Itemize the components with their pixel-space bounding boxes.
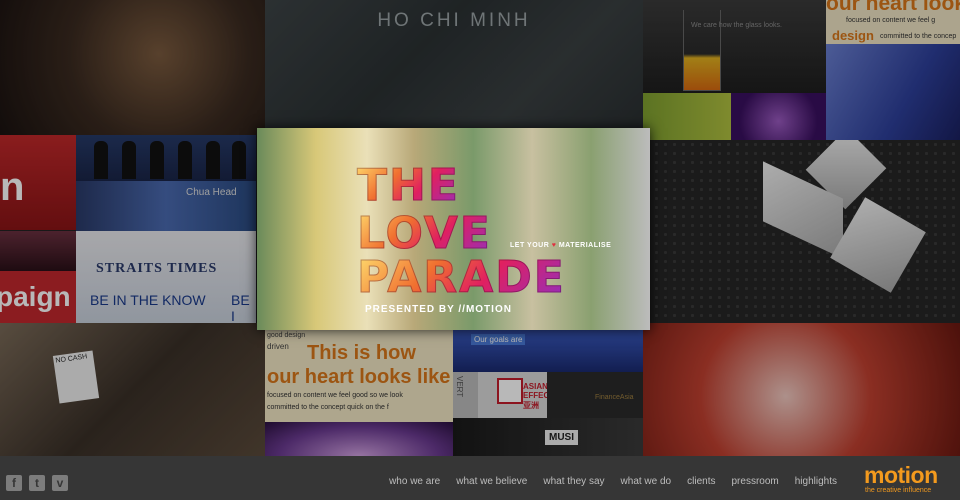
- motion-logo[interactable]: motion the creative influence: [864, 464, 938, 495]
- asian-label: ASIAN EFFECTIVE 亚洲: [523, 382, 547, 410]
- heart-tr-big: our heart look: [826, 0, 960, 15]
- redsign-letter: n: [0, 165, 25, 209]
- tile-blue-ui[interactable]: Our goals are: [453, 330, 643, 372]
- photo-mosaic: HO CHI MINH We care how the glass looks.…: [0, 0, 960, 456]
- nav-who-we-are[interactable]: who we are: [389, 476, 440, 487]
- tile-crowd[interactable]: [0, 231, 76, 271]
- ceremony-person: [150, 141, 164, 179]
- tile-kaleidoscope[interactable]: [643, 323, 960, 456]
- hero-title-line1: THE: [357, 160, 460, 212]
- ceremony-person: [94, 141, 108, 179]
- tile-green-event[interactable]: [643, 93, 731, 140]
- tile-red-signage[interactable]: n: [0, 135, 76, 230]
- nav-what-we-do[interactable]: what we do: [621, 476, 672, 487]
- tile-hcm-title: HO CHI MINH: [377, 10, 531, 31]
- campaign-text: paign: [0, 281, 71, 312]
- vert-label: VERT: [455, 376, 464, 398]
- asian-logo-icon: [497, 378, 523, 404]
- tile-protest[interactable]: NO CASH: [0, 323, 265, 456]
- facebook-icon[interactable]: f: [6, 475, 22, 491]
- stage-name: Chua Head: [186, 187, 237, 198]
- tile-geometric-blades[interactable]: [643, 140, 960, 323]
- heart-tr-design: design: [832, 28, 874, 43]
- straits-headline: STRAITS TIMES: [96, 261, 218, 276]
- twitter-icon[interactable]: t: [29, 475, 45, 491]
- protest-sign: NO CASH: [52, 350, 100, 404]
- hero-presented-by: PRESENTED BY //MOTION: [365, 304, 512, 315]
- hero-tagline-b: MATERIALISE: [558, 242, 612, 249]
- tile-stage-screen[interactable]: Chua Head: [76, 181, 256, 231]
- tile-ho-chi-minh[interactable]: HO CHI MINH: [265, 0, 643, 130]
- tile-glass[interactable]: We care how the glass looks.: [643, 0, 826, 93]
- heart-icon: ♥: [551, 242, 557, 249]
- tile-purple-light[interactable]: [265, 422, 453, 456]
- tile-vert[interactable]: VERT: [453, 372, 478, 418]
- heart-mid-committed: committed to the concept quick on the f: [267, 404, 389, 411]
- music-label: MUSI: [545, 430, 578, 445]
- straits-slogan-cut: BE I: [231, 292, 250, 323]
- logo-tagline: the creative influence: [865, 487, 932, 494]
- tile-straits-times[interactable]: STRAITS TIMES BE IN THE KNOW BE I: [76, 231, 256, 323]
- tile-finance-asia[interactable]: FinanceAsia: [547, 372, 643, 418]
- heart-tr-line: focused on content we feel g: [846, 17, 936, 24]
- ceremony-person: [232, 141, 246, 179]
- ceremony-person: [122, 141, 136, 179]
- heart-mid-looks: our heart looks like: [267, 366, 451, 388]
- heart-mid-content: focused on content we feel good so we lo…: [267, 392, 403, 399]
- tile-party-photo[interactable]: [0, 0, 265, 135]
- heart-mid-r1: good design: [267, 332, 306, 339]
- blade-shape: [830, 197, 926, 293]
- tile-ceremony[interactable]: [76, 135, 256, 181]
- tile-campaign[interactable]: paign: [0, 271, 76, 323]
- nav-pressroom[interactable]: pressroom: [731, 476, 778, 487]
- tile-heart-typography[interactable]: good design driven This is how our heart…: [265, 330, 453, 422]
- tile-blue-print[interactable]: [826, 44, 960, 140]
- blue-ui-label: Our goals are: [471, 334, 526, 345]
- finance-label: FinanceAsia: [595, 394, 634, 401]
- tile-laser-show[interactable]: [731, 93, 826, 140]
- nav-what-we-believe[interactable]: what we believe: [456, 476, 527, 487]
- tile-glass-caption: We care how the glass looks.: [691, 22, 782, 29]
- straits-slogan: BE IN THE KNOW: [90, 292, 206, 308]
- nav-what-they-say[interactable]: what they say: [543, 476, 604, 487]
- heart-mid-driven: driven: [267, 342, 289, 351]
- hero-title-line3: PARADE: [357, 252, 566, 304]
- ceremony-person: [178, 141, 192, 179]
- nav-highlights[interactable]: highlights: [795, 476, 837, 487]
- heart-mid-how: This is how: [307, 342, 416, 364]
- tile-music[interactable]: MUSI: [453, 418, 643, 456]
- hero-tagline-a: LET YOUR: [510, 242, 550, 249]
- nav-clients[interactable]: clients: [687, 476, 715, 487]
- hero-video-love-parade[interactable]: THE LOVE PARADE LET YOUR ♥ MATERIALISE P…: [257, 128, 650, 330]
- hero-tagline: LET YOUR ♥ MATERIALISE: [510, 242, 611, 249]
- heart-tr-committed: committed to the concep: [880, 33, 957, 40]
- logo-name: motion: [864, 462, 938, 488]
- ceremony-person: [206, 141, 220, 179]
- footer-nav: who we are what we believe what they say…: [389, 476, 837, 487]
- tile-heart-typography-top[interactable]: our heart look focused on content we fee…: [826, 0, 960, 44]
- vimeo-icon[interactable]: v: [52, 475, 68, 491]
